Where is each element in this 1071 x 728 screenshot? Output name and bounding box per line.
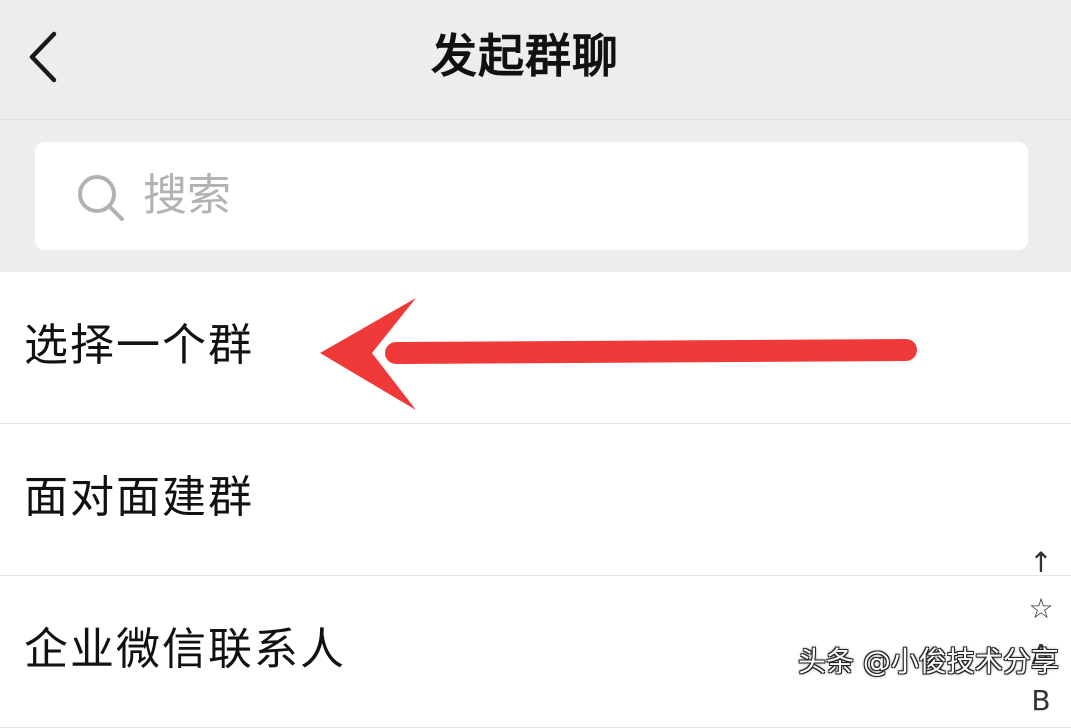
- nav-bar: 发起群聊: [0, 0, 1071, 120]
- menu-item-label: 企业微信联系人: [24, 624, 346, 675]
- page-title: 发起群聊: [431, 29, 619, 83]
- index-star[interactable]: ☆: [1021, 586, 1061, 632]
- index-letter-b[interactable]: B: [1021, 678, 1061, 724]
- search-placeholder: 搜索: [143, 170, 231, 221]
- menu-item-label: 选择一个群: [24, 320, 254, 371]
- search-area: 搜索: [0, 120, 1071, 272]
- search-icon: [78, 175, 124, 221]
- menu-item-face-to-face-group[interactable]: 面对面建群: [0, 424, 1071, 576]
- alphabet-index-bar: ↑ ☆ A B: [1021, 540, 1061, 724]
- index-top-arrow[interactable]: ↑: [1021, 540, 1061, 586]
- search-input[interactable]: 搜索: [35, 142, 1028, 250]
- menu-item-select-group[interactable]: 选择一个群: [0, 272, 1071, 424]
- watermark: 头条 @小俊技术分享: [798, 645, 1059, 678]
- menu-item-label: 面对面建群: [24, 472, 254, 523]
